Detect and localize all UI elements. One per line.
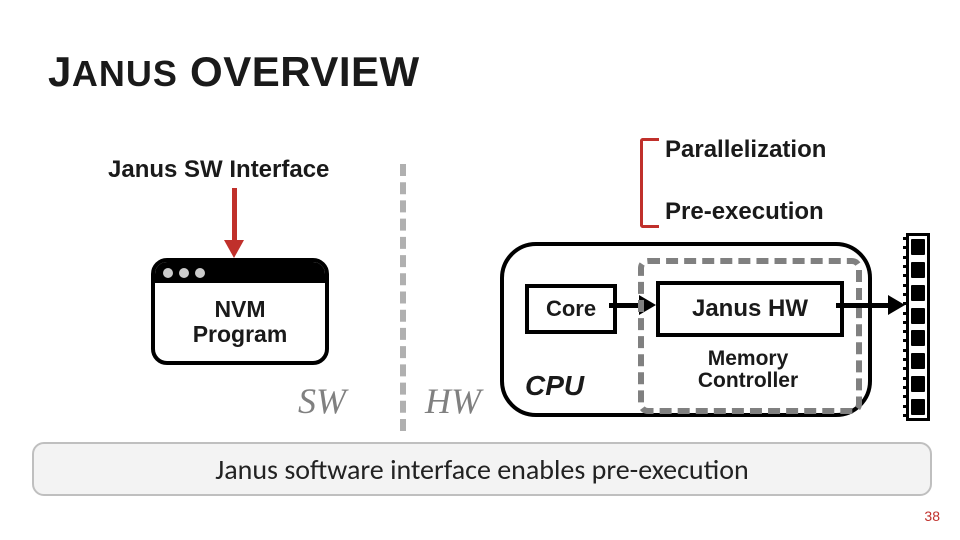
caption-text: Janus software interface enables pre-exe… bbox=[215, 452, 748, 487]
core-box: Core bbox=[525, 284, 617, 334]
sw-side-label: SW bbox=[298, 380, 346, 422]
sw-hw-divider bbox=[400, 164, 406, 431]
window-titlebar-icon bbox=[155, 262, 325, 283]
slide: JANUS OVERVIEW Janus SW Interface Parall… bbox=[0, 0, 960, 540]
slide-title: JANUS OVERVIEW bbox=[48, 48, 420, 96]
slide-number: 38 bbox=[924, 508, 940, 524]
title-word-1-sc: ANUS bbox=[72, 53, 178, 94]
sw-interface-label: Janus SW Interface bbox=[108, 156, 329, 184]
window-dot-icon bbox=[163, 268, 173, 278]
caption-bar: Janus software interface enables pre-exe… bbox=[32, 442, 932, 496]
window-dot-icon bbox=[179, 268, 189, 278]
nvm-program-box: NVMProgram bbox=[151, 258, 329, 365]
bracket-icon bbox=[640, 138, 659, 228]
arrow-mc-to-dimm-icon bbox=[836, 295, 905, 315]
title-word-2: OVERVIEW bbox=[190, 48, 420, 95]
janus-hw-box: Janus HW bbox=[656, 281, 844, 337]
hw-side-label: HW bbox=[425, 380, 481, 422]
preexecution-label: Pre-execution bbox=[665, 198, 824, 226]
nvm-program-text: NVMProgram bbox=[193, 297, 288, 348]
memory-controller-text: MemoryController bbox=[698, 347, 798, 392]
janus-hw-label: Janus HW bbox=[692, 295, 808, 323]
nvm-program-label: NVMProgram bbox=[155, 283, 325, 361]
arrow-sw-to-nvm-icon bbox=[224, 188, 244, 258]
dimm-icon bbox=[903, 233, 933, 421]
parallelization-label: Parallelization bbox=[665, 136, 826, 164]
window-dot-icon bbox=[195, 268, 205, 278]
title-word-1: JANUS bbox=[48, 48, 178, 95]
cpu-label: CPU bbox=[525, 370, 584, 402]
core-label: Core bbox=[546, 296, 596, 322]
memory-controller-label: MemoryController bbox=[678, 348, 818, 392]
